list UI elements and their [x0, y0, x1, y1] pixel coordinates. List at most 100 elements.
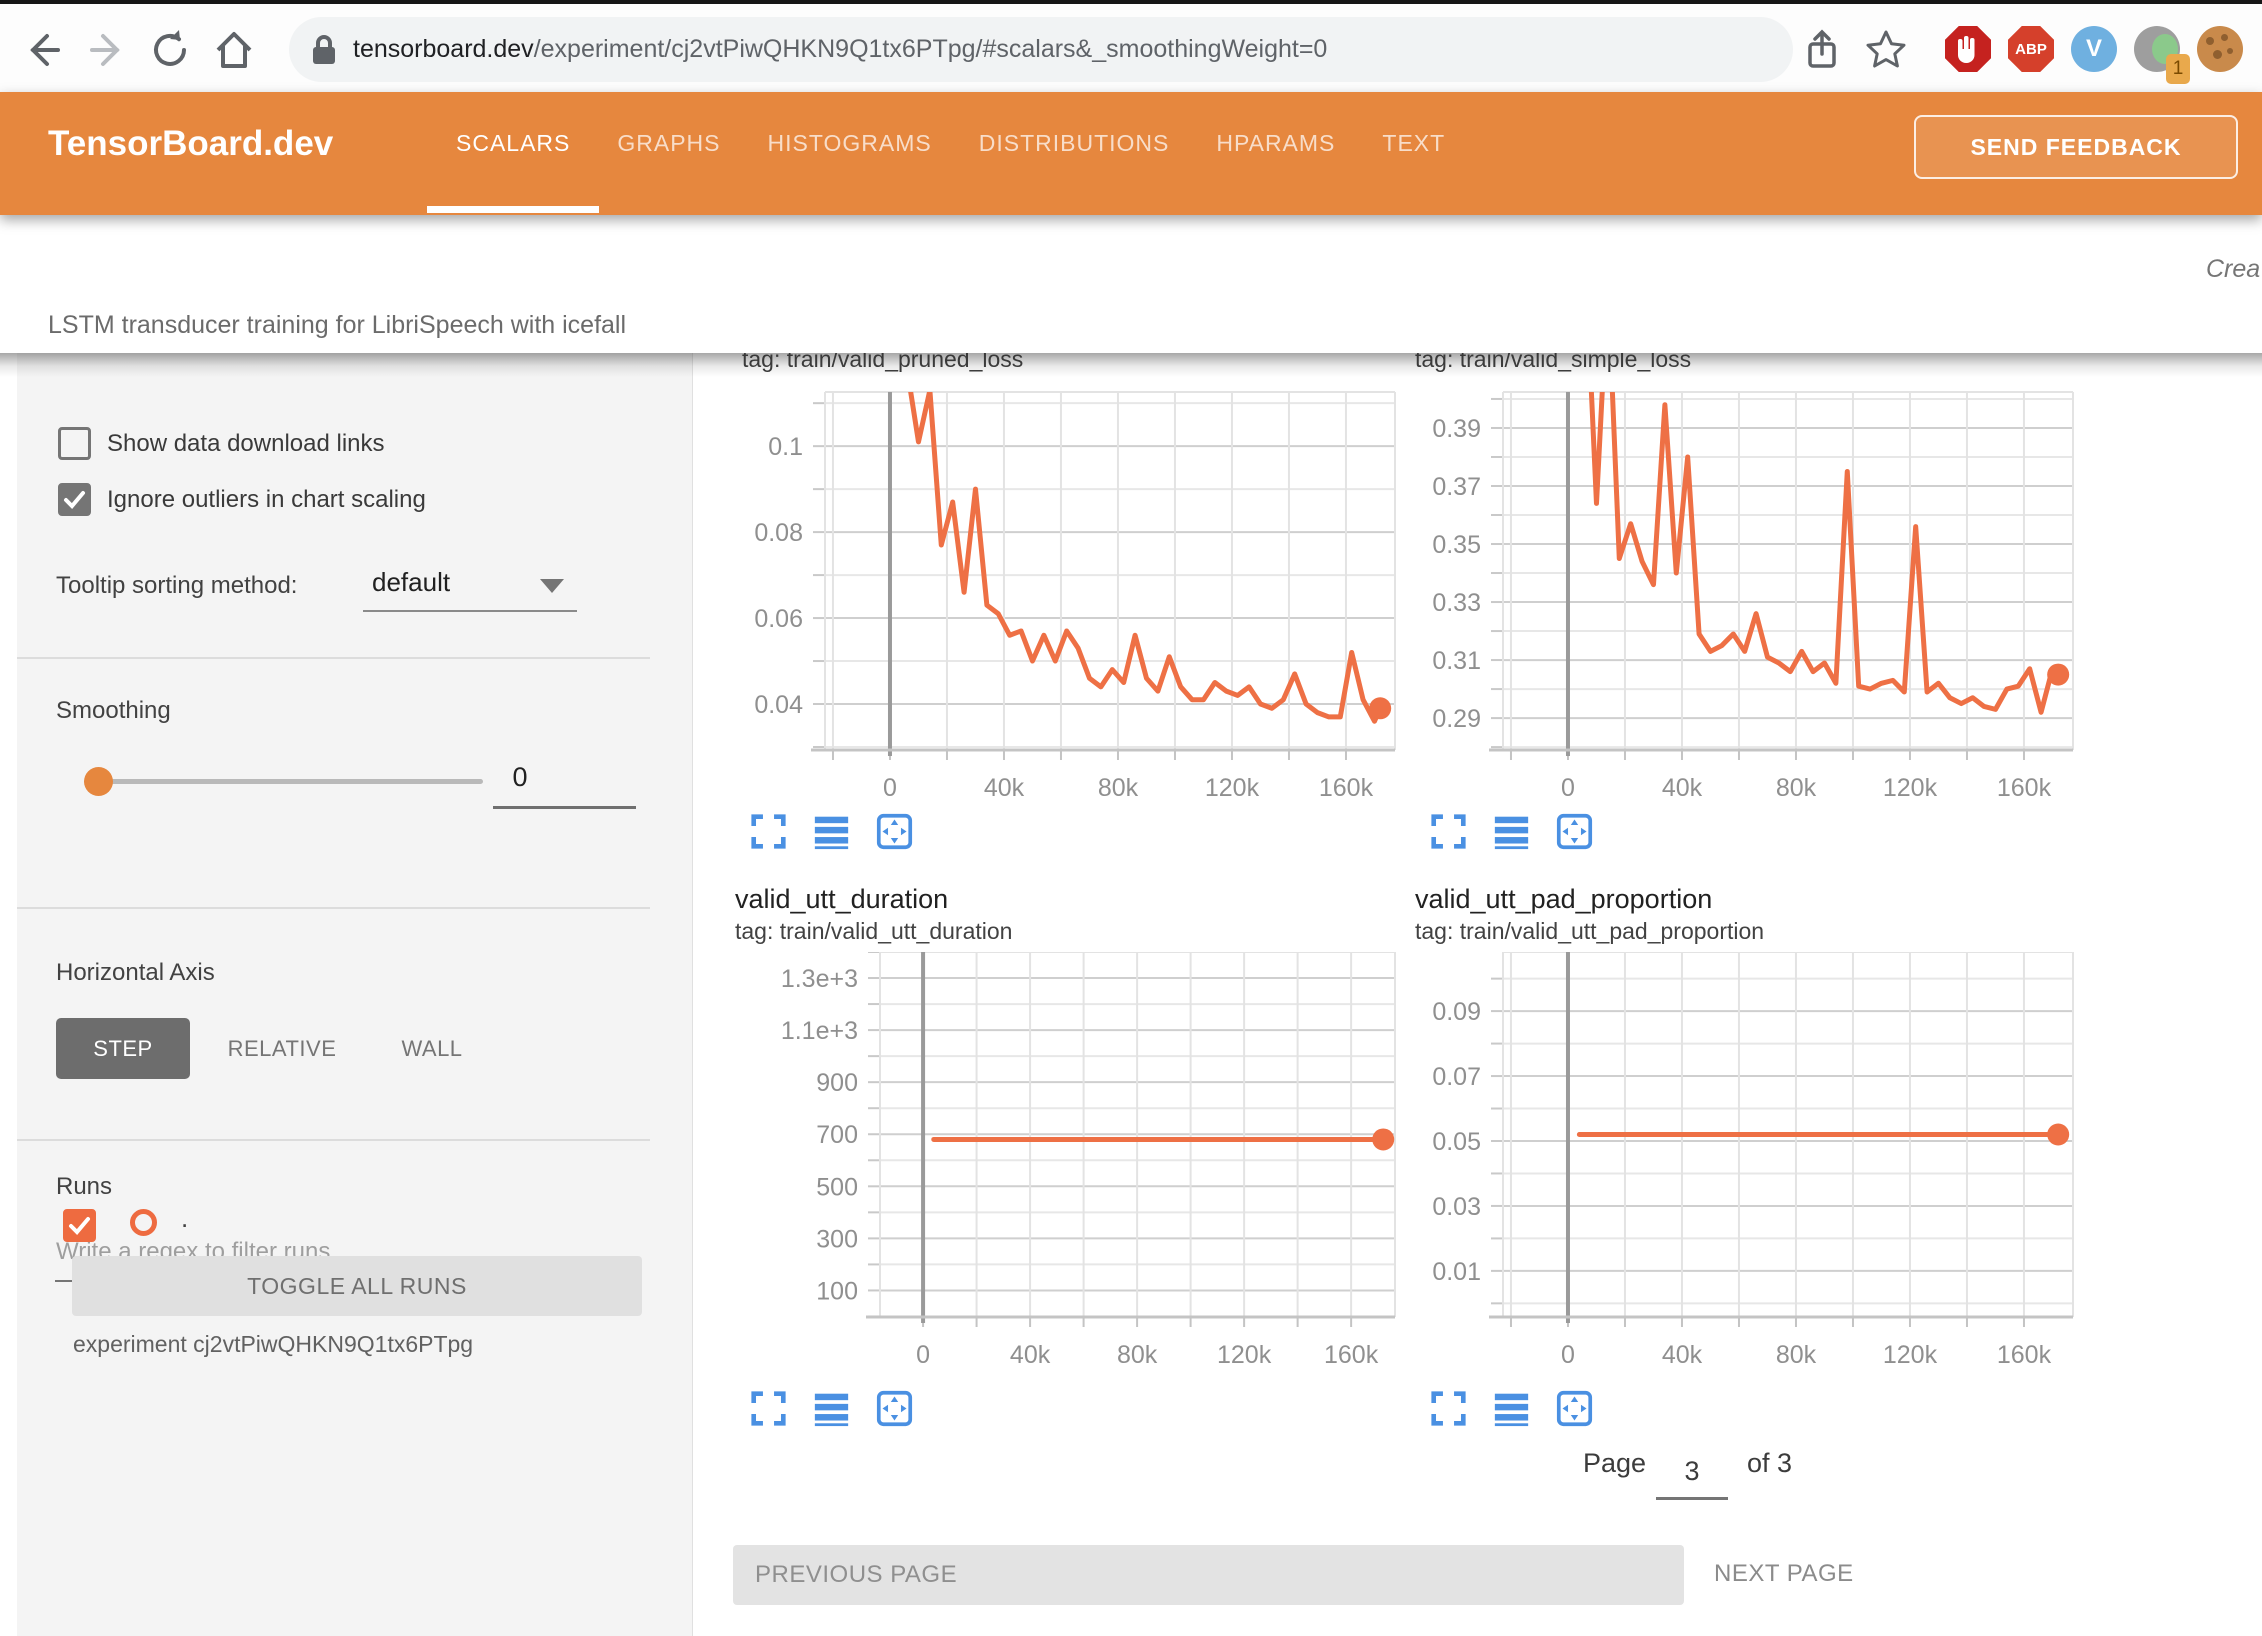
chevron-down-icon[interactable] [540, 579, 564, 593]
show-download-label: Show data download links [107, 430, 385, 458]
svg-text:80k: 80k [1117, 1341, 1158, 1369]
fit-domain-icon[interactable] [876, 813, 913, 850]
svg-text:0.1: 0.1 [768, 433, 803, 461]
svg-text:0.04: 0.04 [754, 691, 803, 719]
tab-graphs[interactable]: GRAPHS [617, 130, 720, 157]
chart-valid-utt-pad-proportion[interactable]: 0.010.030.050.070.09040k80k120k160k [1380, 952, 2100, 1392]
chart-valid-simple-loss[interactable]: 0.290.310.330.350.370.39040k80k120k160k [1380, 372, 2100, 817]
smoothing-value-input[interactable]: 0 [500, 762, 540, 793]
fit-domain-icon[interactable] [1556, 1390, 1593, 1427]
svg-text:80k: 80k [1776, 1341, 1817, 1369]
svg-text:120k: 120k [1883, 774, 1938, 802]
divider [17, 907, 650, 909]
svg-text:0.33: 0.33 [1432, 589, 1481, 617]
svg-text:80k: 80k [1098, 774, 1139, 802]
experiment-id-label: experiment cj2vtPiwQHKN9Q1tx6PTpg [73, 1331, 473, 1358]
divider [17, 1139, 650, 1141]
smoothing-label: Smoothing [56, 697, 171, 725]
smoothing-slider-thumb[interactable] [84, 767, 113, 796]
tab-text[interactable]: TEXT [1382, 130, 1445, 157]
home-icon[interactable] [212, 28, 256, 72]
svg-text:100: 100 [816, 1277, 858, 1305]
svg-text:0.08: 0.08 [754, 519, 803, 547]
stop-hand-extension-icon[interactable] [1945, 26, 1993, 74]
axis-wall-button[interactable]: WALL [389, 1018, 475, 1079]
send-feedback-button[interactable]: SEND FEEDBACK [1914, 115, 2238, 179]
tab-hparams[interactable]: HPARAMS [1216, 130, 1335, 157]
profile-avatar[interactable]: 1 [2134, 26, 2182, 74]
url-bar[interactable]: tensorboard.dev/experiment/cj2vtPiwQHKN9… [289, 17, 1793, 82]
svg-text:300: 300 [816, 1225, 858, 1253]
browser-chrome: tensorboard.dev/experiment/cj2vtPiwQHKN9… [0, 0, 2262, 92]
svg-text:0.01: 0.01 [1432, 1258, 1481, 1286]
fullscreen-icon[interactable] [1430, 1390, 1467, 1427]
run-color-swatch [130, 1209, 157, 1236]
fit-domain-icon[interactable] [876, 1390, 913, 1427]
svg-text:160k: 160k [1997, 774, 2052, 802]
svg-text:160k: 160k [1997, 1341, 2052, 1369]
svg-text:40k: 40k [1662, 774, 1703, 802]
horizontal-axis-label: Horizontal Axis [56, 959, 215, 987]
tab-distributions[interactable]: DISTRIBUTIONS [979, 130, 1170, 157]
chart4-toolbar [1430, 1390, 1593, 1427]
svg-text:120k: 120k [1205, 774, 1260, 802]
toggle-all-runs-button[interactable]: TOGGLE ALL RUNS [72, 1256, 642, 1316]
fullscreen-icon[interactable] [1430, 813, 1467, 850]
next-page-button[interactable]: NEXT PAGE [1714, 1560, 1854, 1588]
main-nav: SCALARS GRAPHS HISTOGRAMS DISTRIBUTIONS … [456, 130, 1445, 157]
tooltip-sort-dropdown[interactable]: default [372, 567, 450, 598]
runs-list-icon[interactable] [1493, 813, 1530, 850]
svg-text:0.35: 0.35 [1432, 531, 1481, 559]
chart-valid-pruned-loss[interactable]: 0.040.060.080.1040k80k120k160k [700, 372, 1420, 817]
app-logo[interactable]: TensorBoard.dev [48, 124, 333, 164]
chart3-title: valid_utt_duration [735, 884, 948, 915]
page-label: Page [1583, 1448, 1646, 1479]
run-checkbox[interactable] [63, 1209, 96, 1242]
tooltip-sort-underline [363, 610, 577, 612]
svg-text:1.3e+3: 1.3e+3 [781, 965, 858, 993]
reload-icon[interactable] [148, 28, 192, 72]
svg-text:40k: 40k [1662, 1341, 1703, 1369]
experiment-title: LSTM transducer training for LibriSpeech… [48, 311, 626, 340]
previous-page-button[interactable]: PREVIOUS PAGE [733, 1545, 1684, 1605]
bookmark-star-icon[interactable] [1864, 28, 1908, 72]
fullscreen-icon[interactable] [750, 813, 787, 850]
axis-step-button[interactable]: STEP [56, 1018, 190, 1079]
active-tab-underline [427, 206, 599, 213]
svg-text:0.03: 0.03 [1432, 1193, 1481, 1221]
chart4-tag: tag: train/valid_utt_pad_proportion [1415, 918, 1764, 945]
axis-relative-button[interactable]: RELATIVE [224, 1018, 340, 1079]
svg-text:0.09: 0.09 [1432, 998, 1481, 1026]
cookie-extension-icon[interactable] [2197, 26, 2245, 74]
svg-text:900: 900 [816, 1069, 858, 1097]
smoothing-slider-track[interactable] [84, 779, 483, 784]
fit-domain-icon[interactable] [1556, 813, 1593, 850]
svg-text:40k: 40k [984, 774, 1025, 802]
tab-scalars[interactable]: SCALARS [456, 130, 570, 157]
share-icon[interactable] [1800, 28, 1844, 72]
runs-list-icon[interactable] [813, 1390, 850, 1427]
screenshot-root: tensorboard.dev/experiment/cj2vtPiwQHKN9… [0, 0, 2262, 1636]
chart-valid-utt-duration[interactable]: 1003005007009001.1e+31.3e+3040k80k120k16… [700, 952, 1420, 1392]
svg-text:1.1e+3: 1.1e+3 [781, 1017, 858, 1045]
ignore-outliers-checkbox[interactable] [58, 483, 91, 516]
svg-text:0: 0 [916, 1341, 930, 1369]
show-download-checkbox[interactable] [58, 427, 91, 460]
back-icon[interactable] [20, 28, 64, 72]
runs-list-icon[interactable] [813, 813, 850, 850]
experiment-header-band: LSTM transducer training for LibriSpeech… [0, 215, 2262, 353]
abp-extension-icon[interactable]: ABP [2008, 26, 2056, 74]
svg-text:40k: 40k [1010, 1341, 1051, 1369]
svg-text:0.07: 0.07 [1432, 1063, 1481, 1091]
runs-list-icon[interactable] [1493, 1390, 1530, 1427]
chart3-tag: tag: train/valid_utt_duration [735, 918, 1012, 945]
svg-text:160k: 160k [1324, 1341, 1379, 1369]
svg-text:0.06: 0.06 [754, 605, 803, 633]
v-extension-icon[interactable]: V [2071, 26, 2119, 74]
chart3-toolbar [750, 1390, 913, 1427]
page-number-input[interactable]: 3 [1656, 1456, 1728, 1500]
svg-text:120k: 120k [1883, 1341, 1938, 1369]
fullscreen-icon[interactable] [750, 1390, 787, 1427]
tab-histograms[interactable]: HISTOGRAMS [768, 130, 932, 157]
forward-icon[interactable] [86, 28, 130, 72]
